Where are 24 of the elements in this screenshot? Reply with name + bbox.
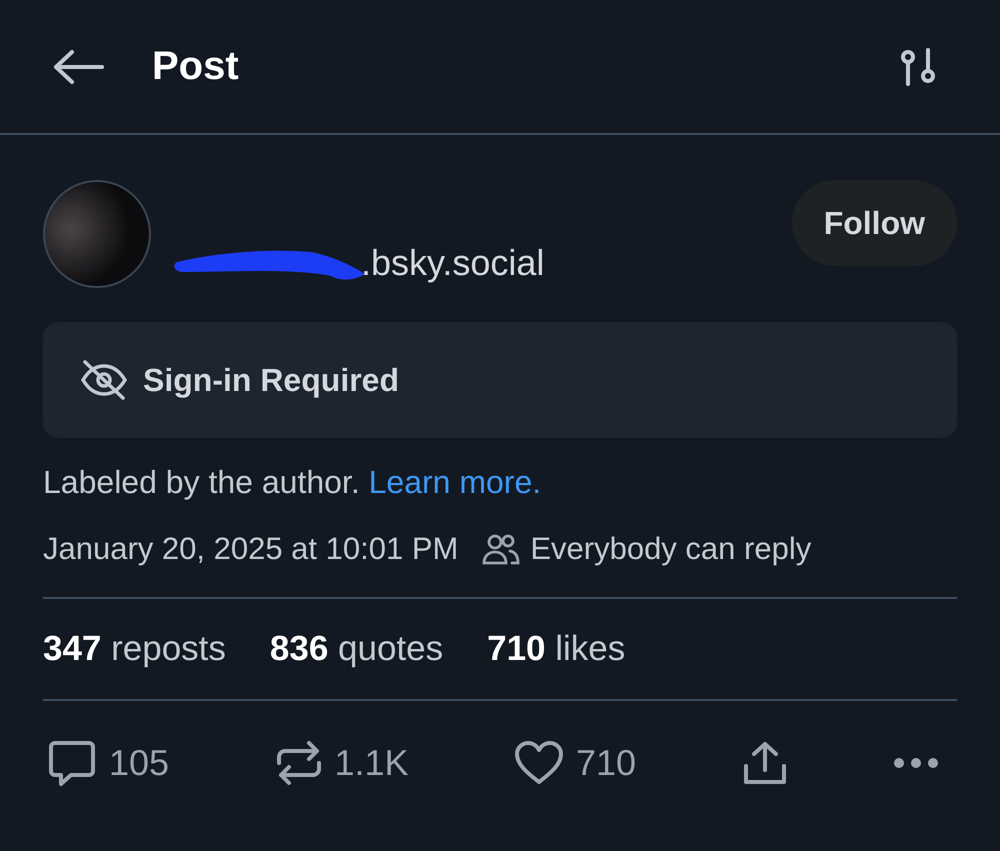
label-note: Labeled by the author. Learn more.: [43, 464, 542, 501]
back-button[interactable]: [52, 48, 104, 84]
more-button[interactable]: [892, 757, 939, 769]
reply-setting: Everybody can reply: [530, 531, 812, 567]
post-timestamp: January 20, 2025 at 10:01 PM: [43, 531, 458, 567]
more-icon: [892, 757, 939, 769]
reply-button[interactable]: 105: [47, 739, 170, 787]
repost-icon: [274, 739, 323, 787]
like-button[interactable]: 710: [514, 740, 636, 786]
page-title: Post: [152, 44, 239, 89]
share-icon: [742, 740, 788, 786]
people-icon: [482, 532, 520, 566]
speech-bubble-icon: [47, 739, 97, 787]
stat-count[interactable]: 710 likes: [487, 629, 626, 669]
eye-slash-icon: [79, 358, 129, 402]
repost-button[interactable]: 1.1K: [274, 739, 409, 787]
stat-count[interactable]: 836 quotes: [270, 629, 444, 669]
heart-icon: [514, 740, 564, 786]
stat-count[interactable]: 347 reposts: [43, 629, 226, 669]
follow-button[interactable]: Follow: [792, 180, 957, 266]
share-button[interactable]: [742, 740, 788, 786]
content-warning-button[interactable]: Sign-in Required: [43, 322, 957, 438]
user-handle[interactable]: .bsky.social: [361, 242, 544, 284]
learn-more-link[interactable]: Learn more.: [368, 464, 542, 500]
